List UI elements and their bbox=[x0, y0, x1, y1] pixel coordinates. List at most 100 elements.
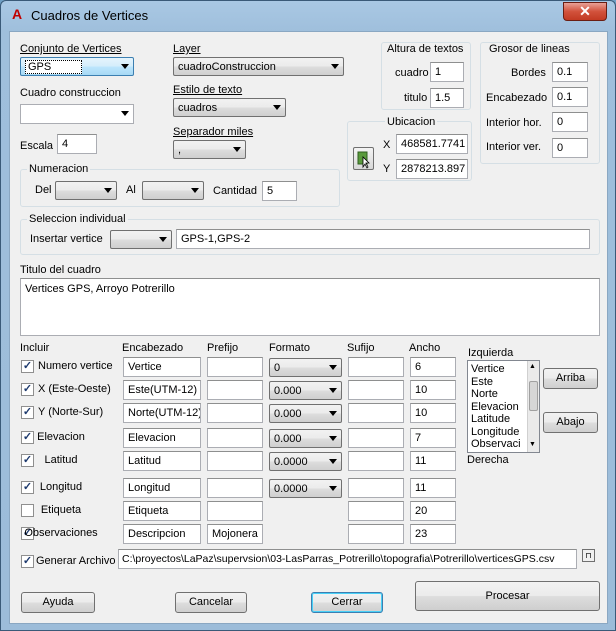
row-sufijo-input[interactable] bbox=[348, 524, 404, 544]
interior-ver-input[interactable]: 0 bbox=[552, 138, 588, 158]
row-ancho-input[interactable]: 10 bbox=[410, 380, 456, 400]
procesar-button[interactable]: Procesar bbox=[415, 581, 600, 611]
chevron-down-icon bbox=[329, 436, 337, 441]
row-ancho-input[interactable]: 11 bbox=[410, 451, 456, 471]
row-formato-select[interactable]: 0.000 bbox=[269, 404, 342, 423]
chevron-down-icon bbox=[191, 188, 199, 193]
conjunto-label: Conjunto de Vertices bbox=[20, 43, 122, 55]
close-button[interactable]: ✕ bbox=[563, 2, 607, 21]
row-prefijo-input[interactable] bbox=[207, 428, 263, 448]
chevron-down-icon bbox=[159, 237, 167, 242]
scroll-down-icon[interactable]: ▼ bbox=[529, 441, 536, 449]
cantidad-input[interactable]: 5 bbox=[262, 181, 297, 201]
arriba-button[interactable]: Arriba bbox=[543, 368, 598, 389]
escala-input[interactable]: 4 bbox=[57, 134, 97, 154]
row-prefijo-input[interactable] bbox=[207, 380, 263, 400]
row-ancho-input[interactable]: 23 bbox=[410, 524, 456, 544]
row-ancho-input[interactable]: 10 bbox=[410, 403, 456, 423]
numeracion-del-label: Del bbox=[35, 184, 52, 196]
row-prefijo-input[interactable] bbox=[207, 451, 263, 471]
row-encabezado-input[interactable]: Etiqueta bbox=[123, 501, 201, 521]
row-sufijo-input[interactable] bbox=[348, 478, 404, 498]
row-sufijo-input[interactable] bbox=[348, 451, 404, 471]
row-prefijo-input[interactable]: Mojonera bbox=[207, 524, 263, 544]
title-bar[interactable]: A Cuadros de Vertices ✕ bbox=[1, 1, 615, 29]
layer-label: Layer bbox=[173, 43, 201, 55]
encabezado-grosor-input[interactable]: 0.1 bbox=[552, 87, 588, 107]
generar-archivo-label: Generar Archivo bbox=[36, 555, 116, 567]
row-ancho-input[interactable]: 7 bbox=[410, 428, 456, 448]
row-prefijo-input[interactable] bbox=[207, 403, 263, 423]
row-label: X (Este-Oeste) bbox=[38, 383, 111, 395]
cancelar-button[interactable]: Cancelar bbox=[175, 592, 247, 613]
scroll-up-icon[interactable]: ▲ bbox=[529, 363, 536, 371]
ubicacion-x-input[interactable]: 468581.7741 bbox=[396, 134, 468, 154]
pick-point-button[interactable] bbox=[353, 147, 374, 170]
col-ancho: Ancho bbox=[409, 342, 441, 354]
row-formato-select[interactable]: 0.000 bbox=[269, 381, 342, 400]
altura-cuadro-input[interactable]: 1 bbox=[430, 62, 464, 82]
list-scrollbar[interactable]: ▲ ▼ bbox=[527, 361, 539, 452]
generar-archivo-checkbox[interactable]: ✓ bbox=[21, 555, 34, 568]
row-encabezado-input[interactable]: Longitud bbox=[123, 478, 201, 498]
row-formato-value: 0.000 bbox=[274, 385, 302, 397]
row-ancho-input[interactable]: 20 bbox=[410, 501, 456, 521]
row-encabezado-input[interactable]: Este(UTM-12) bbox=[123, 380, 201, 400]
chevron-down-icon bbox=[329, 365, 337, 370]
ayuda-button[interactable]: Ayuda bbox=[21, 592, 95, 613]
bordes-input[interactable]: 0.1 bbox=[552, 62, 588, 82]
row-formato-select[interactable]: 0.000 bbox=[269, 429, 342, 448]
row-prefijo-input[interactable] bbox=[207, 501, 263, 521]
ubicacion-y-input[interactable]: 2878213.897 bbox=[396, 159, 468, 179]
interior-hor-input[interactable]: 0 bbox=[552, 112, 588, 132]
vertices-input[interactable]: GPS-1,GPS-2 bbox=[176, 229, 590, 249]
chevron-down-icon bbox=[331, 64, 339, 69]
dialog-window: A Cuadros de Vertices ✕ Conjunto de Vert… bbox=[0, 0, 616, 631]
col-sufijo: Sufijo bbox=[347, 342, 375, 354]
row-sufijo-input[interactable] bbox=[348, 380, 404, 400]
row-formato-select[interactable]: 0 bbox=[269, 358, 342, 377]
escala-label: Escala bbox=[20, 140, 54, 152]
abajo-button[interactable]: Abajo bbox=[543, 412, 598, 433]
chevron-down-icon bbox=[121, 111, 129, 116]
col-incluir: Incluir bbox=[20, 342, 50, 354]
row-label: Etiqueta bbox=[40, 504, 82, 516]
altura-titulo-input[interactable]: 1.5 bbox=[430, 88, 464, 108]
order-list[interactable]: Vertice Este Norte Elevacion Latitude Longitu… bbox=[467, 360, 540, 453]
row-encabezado-input[interactable]: Elevacion bbox=[123, 428, 201, 448]
row-formato-value: 0.0000 bbox=[274, 456, 308, 468]
row-checkbox[interactable]: ✓ bbox=[21, 383, 34, 396]
row-encabezado-input[interactable]: Norte(UTM-12) bbox=[123, 403, 201, 423]
row-checkbox[interactable]: ✓ bbox=[21, 360, 34, 373]
numeracion-al-select[interactable] bbox=[142, 181, 204, 200]
row-formato-select[interactable]: 0.0000 bbox=[269, 452, 342, 471]
scroll-thumb[interactable] bbox=[529, 381, 538, 411]
row-sufijo-input[interactable] bbox=[348, 357, 404, 377]
cuadro-construccion-select[interactable] bbox=[20, 104, 134, 124]
row-sufijo-input[interactable] bbox=[348, 403, 404, 423]
row-ancho-input[interactable]: 11 bbox=[410, 478, 456, 498]
row-ancho-input[interactable]: 6 bbox=[410, 357, 456, 377]
separador-select[interactable]: , bbox=[173, 140, 246, 159]
row-prefijo-input[interactable] bbox=[207, 357, 263, 377]
row-sufijo-input[interactable] bbox=[348, 428, 404, 448]
insertar-vertice-select[interactable] bbox=[110, 230, 172, 249]
cerrar-button[interactable]: Cerrar bbox=[311, 592, 383, 613]
row-formato-select[interactable]: 0.0000 bbox=[269, 479, 342, 498]
row-encabezado-input[interactable]: Descripcion bbox=[123, 524, 201, 544]
row-encabezado-input[interactable]: Vertice bbox=[123, 357, 201, 377]
layer-select[interactable]: cuadroConstruccion bbox=[173, 57, 344, 76]
row-encabezado-input[interactable]: Latitud bbox=[123, 451, 201, 471]
estilo-select[interactable]: cuadros bbox=[173, 98, 286, 117]
ubicacion-title: Ubicacion bbox=[385, 116, 438, 129]
row-checkbox[interactable]: ✓ bbox=[21, 406, 34, 419]
col-formato: Formato bbox=[269, 342, 310, 354]
row-sufijo-input[interactable] bbox=[348, 501, 404, 521]
conjunto-select[interactable]: GPS bbox=[20, 57, 134, 76]
row-prefijo-input[interactable] bbox=[207, 478, 263, 498]
archivo-path-input[interactable]: C:\proyectos\LaPaz\supervsion\03-LasParr… bbox=[118, 549, 577, 569]
encabezado-grosor-label: Encabezado bbox=[486, 92, 548, 104]
titulo-cuadro-textarea[interactable]: Vertices GPS, Arroyo Potrerillo bbox=[20, 278, 600, 336]
numeracion-del-select[interactable] bbox=[55, 181, 117, 200]
browse-icon[interactable]: ⊓ bbox=[582, 549, 595, 562]
